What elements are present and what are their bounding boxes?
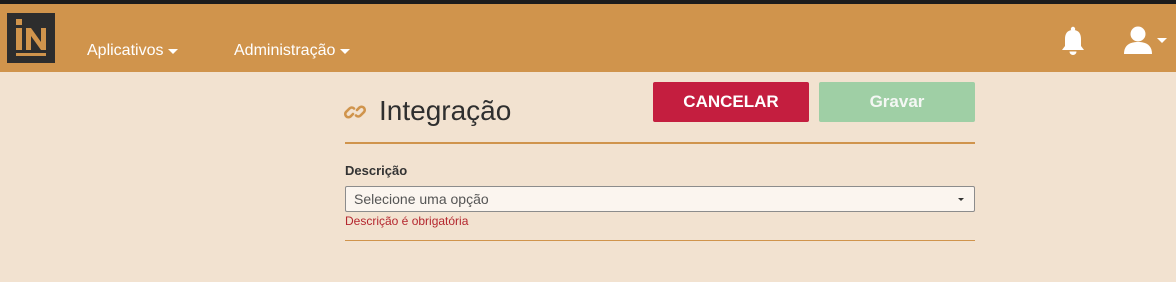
notifications-button[interactable] <box>1060 26 1086 61</box>
save-button[interactable]: Gravar <box>819 82 975 122</box>
logo-icon <box>16 19 46 56</box>
cancel-button[interactable]: CANCELAR <box>653 82 809 122</box>
user-menu[interactable] <box>1122 24 1167 56</box>
header-divider <box>345 142 975 144</box>
user-icon <box>1124 26 1152 54</box>
bell-icon <box>1062 26 1084 56</box>
description-select-value: Selecione uma opção <box>354 191 489 207</box>
app-logo[interactable] <box>7 13 55 63</box>
form-divider <box>345 240 975 241</box>
description-error: Descrição é obrigatória <box>345 214 469 228</box>
chevron-down-icon <box>340 48 351 54</box>
description-select[interactable]: Selecione uma opção <box>345 186 975 212</box>
nav-aplicativos-label: Aplicativos <box>87 42 164 59</box>
nav-aplicativos[interactable]: Aplicativos <box>87 42 179 60</box>
description-label: Descrição <box>345 163 408 178</box>
caret-down-icon <box>958 198 964 201</box>
chevron-down-icon <box>1157 37 1167 43</box>
nav-administracao[interactable]: Administração <box>234 42 351 60</box>
nav-administracao-label: Administração <box>234 42 336 59</box>
page-title: Integração <box>379 95 512 126</box>
link-icon <box>344 101 366 128</box>
navbar: Aplicativos Administração <box>0 4 1176 72</box>
chevron-down-icon <box>168 48 179 54</box>
